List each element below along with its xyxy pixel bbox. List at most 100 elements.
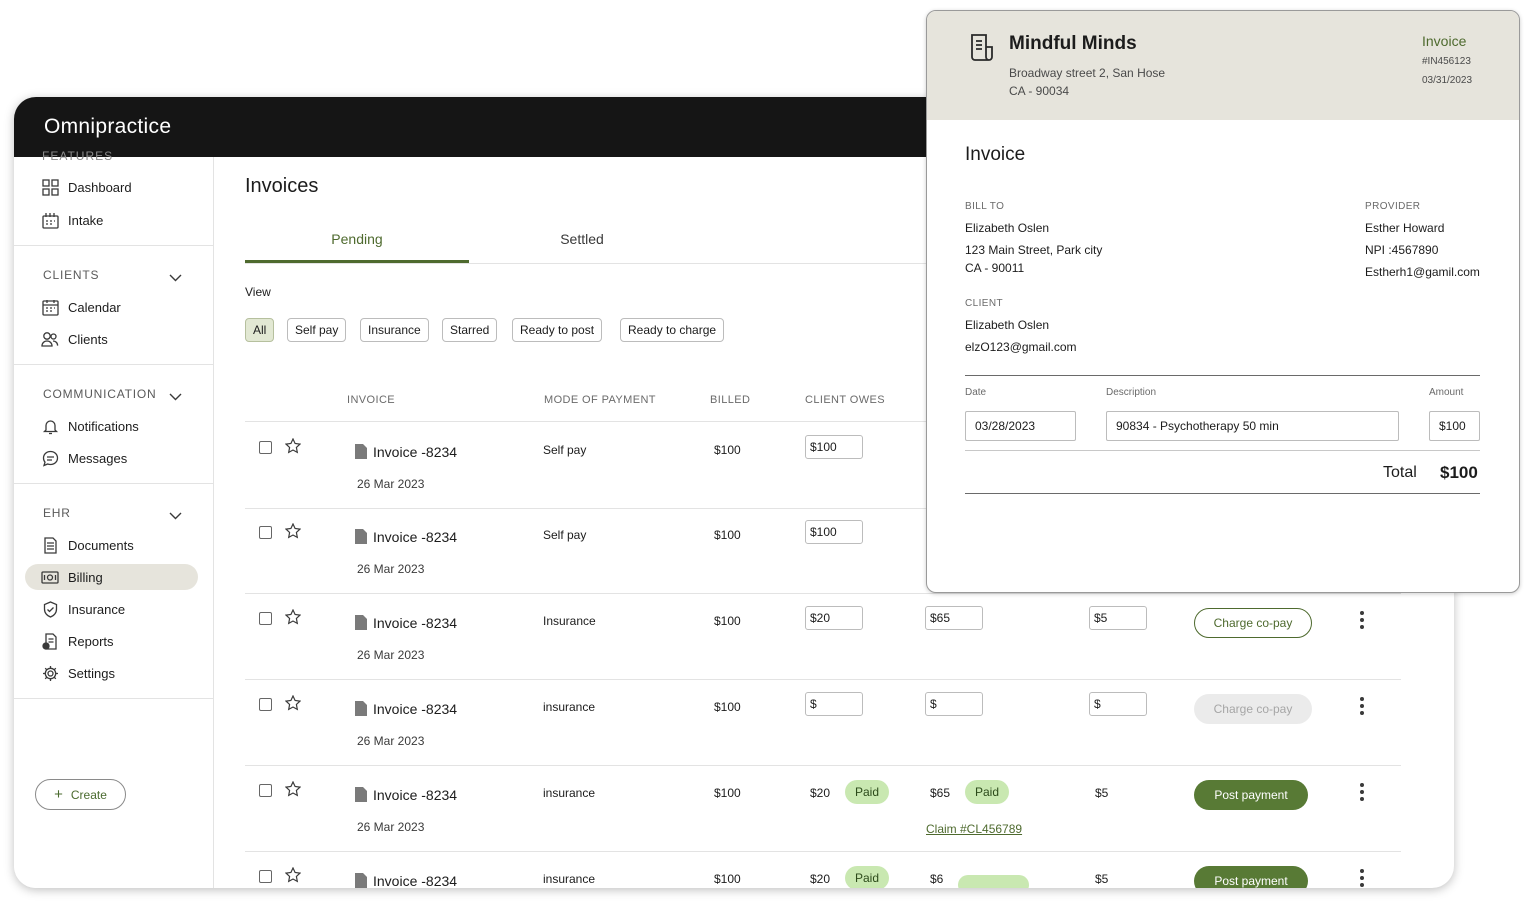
invoice-name[interactable]: Invoice -8234: [373, 787, 457, 803]
column-header-client-owes: CLIENT OWES: [805, 394, 885, 406]
date-column-label: Date: [965, 387, 987, 398]
row-checkbox[interactable]: [259, 784, 272, 797]
invoice-name[interactable]: Invoice -8234: [373, 701, 457, 717]
client-owes-input[interactable]: $20: [805, 606, 863, 630]
sidebar-item-reports[interactable]: Reports: [25, 628, 198, 654]
copay-amount: $5: [1095, 786, 1109, 800]
plus-icon: +: [54, 786, 63, 803]
insurance-owes-amount: $6: [930, 872, 944, 886]
star-icon[interactable]: [284, 608, 302, 630]
insurance-owes-input[interactable]: $65: [925, 606, 983, 630]
billed-amount: $100: [714, 614, 741, 628]
filter-ready-to-post[interactable]: Ready to post: [512, 318, 603, 342]
bill-to-label: BILL TO: [965, 201, 1005, 212]
sidebar-item-documents[interactable]: Documents: [25, 532, 198, 558]
claim-link[interactable]: Claim #CL456789: [926, 822, 1022, 836]
mode-of-payment: insurance: [543, 700, 596, 714]
sidebar-item-label: Notifications: [68, 418, 139, 434]
copay-input[interactable]: $: [1089, 692, 1147, 716]
chevron-down-icon[interactable]: [169, 507, 182, 525]
filter-all[interactable]: All: [245, 318, 275, 342]
billed-amount: $100: [714, 443, 741, 457]
provider-npi: NPI :4567890: [1365, 243, 1439, 257]
filter-insurance[interactable]: Insurance: [360, 318, 429, 342]
sidebar-item-clients[interactable]: Clients: [25, 326, 198, 352]
filter-ready-to-charge[interactable]: Ready to charge: [620, 318, 725, 342]
table-row[interactable]: Invoice -8234 insurance $100 $20 Paid $6…: [245, 851, 1401, 888]
star-icon[interactable]: [284, 866, 302, 888]
billed-amount: $100: [714, 786, 741, 800]
section-title-communication: COMMUNICATION: [43, 387, 157, 401]
table-row[interactable]: Invoice -8234 26 Mar 2023 insurance $100…: [245, 679, 1401, 766]
bill-to-address: 123 Main Street, Park city: [965, 243, 1103, 257]
sidebar-item-label: Settings: [68, 665, 115, 681]
client-owes-input[interactable]: $100: [805, 520, 863, 544]
row-checkbox[interactable]: [259, 698, 272, 711]
tab-pending[interactable]: Pending: [245, 231, 469, 247]
sidebar-item-insurance[interactable]: Insurance: [25, 596, 198, 622]
client-owes-input[interactable]: $: [805, 692, 863, 716]
row-checkbox[interactable]: [259, 526, 272, 539]
star-icon[interactable]: [284, 437, 302, 459]
row-checkbox[interactable]: [259, 441, 272, 454]
chevron-down-icon[interactable]: [169, 269, 182, 287]
invoice-date: 26 Mar 2023: [357, 820, 425, 834]
billing-icon: [41, 568, 59, 586]
post-payment-button[interactable]: Post payment: [1194, 866, 1308, 888]
line-amount-field[interactable]: $100: [1429, 411, 1480, 441]
client-name: Elizabeth Oslen: [965, 318, 1050, 332]
tabs-divider: [245, 263, 1005, 264]
copay-input[interactable]: $5: [1089, 606, 1147, 630]
star-icon[interactable]: [284, 780, 302, 802]
document-icon: [355, 873, 367, 888]
sidebar-item-calendar[interactable]: Calendar: [25, 294, 198, 320]
sidebar-item-label: Clients: [68, 331, 108, 347]
divider: [14, 698, 213, 699]
more-options-icon[interactable]: [1359, 611, 1365, 629]
sidebar-item-billing[interactable]: Billing: [25, 564, 198, 590]
sidebar-item-label: Billing: [68, 569, 103, 585]
tab-settled[interactable]: Settled: [470, 231, 694, 247]
charge-copay-button[interactable]: Charge co-pay: [1194, 694, 1312, 724]
invoice-name[interactable]: Invoice -8234: [373, 615, 457, 631]
invoice-name[interactable]: Invoice -8234: [373, 529, 457, 545]
filter-starred[interactable]: Starred: [442, 318, 498, 342]
sidebar: FEATURES Dashboard Intake CLIENTS Calend…: [14, 149, 214, 888]
line-date-field[interactable]: 03/28/2023: [965, 411, 1076, 441]
status-badge: Paid: [965, 780, 1010, 804]
copay-amount: $5: [1095, 872, 1109, 886]
charge-copay-button[interactable]: Charge co-pay: [1194, 608, 1312, 638]
mode-of-payment: insurance: [543, 786, 596, 800]
table-row[interactable]: Invoice -8234 26 Mar 2023 Insurance $100…: [245, 593, 1401, 680]
row-checkbox[interactable]: [259, 870, 272, 883]
grid-icon: [41, 178, 59, 196]
sidebar-item-messages[interactable]: Messages: [25, 445, 198, 471]
sidebar-item-settings[interactable]: Settings: [25, 660, 198, 686]
star-icon[interactable]: [284, 694, 302, 716]
invoice-date: 26 Mar 2023: [357, 734, 425, 748]
invoice-name[interactable]: Invoice -8234: [373, 444, 457, 460]
page-title: Invoices: [245, 175, 319, 197]
chevron-down-icon[interactable]: [169, 388, 182, 406]
sidebar-item-dashboard[interactable]: Dashboard: [25, 174, 198, 200]
star-icon[interactable]: [284, 522, 302, 544]
table-row[interactable]: Invoice -8234 26 Mar 2023 insurance $100…: [245, 765, 1401, 852]
status-badge: [958, 875, 1029, 888]
line-description-field[interactable]: 90834 - Psychotherapy 50 min: [1106, 411, 1399, 441]
sidebar-item-intake[interactable]: Intake: [25, 207, 198, 233]
mode-of-payment: Self pay: [543, 443, 587, 457]
create-button[interactable]: + Create: [35, 779, 126, 810]
more-options-icon[interactable]: [1359, 869, 1365, 887]
description-column-label: Description: [1106, 387, 1157, 398]
insurance-owes-input[interactable]: $: [925, 692, 983, 716]
client-owes-input[interactable]: $100: [805, 435, 863, 459]
post-payment-button[interactable]: Post payment: [1194, 780, 1308, 810]
status-badge: Paid: [845, 780, 890, 804]
more-options-icon[interactable]: [1359, 697, 1365, 715]
total-label: Total: [1383, 464, 1417, 481]
more-options-icon[interactable]: [1359, 783, 1365, 801]
row-checkbox[interactable]: [259, 612, 272, 625]
filter-self-pay[interactable]: Self pay: [287, 318, 347, 342]
invoice-name[interactable]: Invoice -8234: [373, 873, 457, 888]
sidebar-item-notifications[interactable]: Notifications: [25, 413, 198, 439]
